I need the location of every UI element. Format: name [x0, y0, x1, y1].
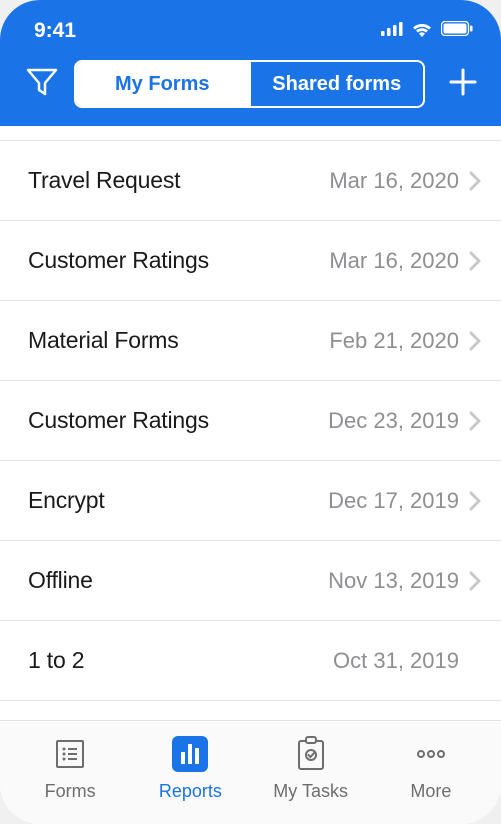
plus-icon [448, 67, 478, 102]
chevron-right-icon [469, 171, 481, 191]
list-item-date: Nov 13, 2019 [328, 568, 459, 594]
funnel-icon [26, 67, 58, 102]
chevron-right-icon [469, 411, 481, 431]
tab-shared-forms[interactable]: Shared forms [249, 62, 424, 106]
list-item[interactable]: 1 to 2 Oct 31, 2019 [0, 621, 501, 701]
list-item-date: Mar 16, 2020 [329, 248, 459, 274]
list-item[interactable]: Travel Request Mar 16, 2020 [0, 140, 501, 221]
tab-forms[interactable]: Forms [24, 733, 116, 802]
status-bar: 9:41 [0, 0, 501, 52]
list-item-title: Customer Ratings [28, 407, 316, 434]
list-item-title: Travel Request [28, 167, 317, 194]
status-time: 9:41 [34, 19, 76, 43]
tab-label: Reports [159, 781, 222, 802]
list-item-date: Mar 16, 2020 [329, 168, 459, 194]
list-item[interactable]: Encrypt Dec 17, 2019 [0, 461, 501, 541]
list-item-date: Feb 21, 2020 [329, 328, 459, 354]
list-item-title: 1 to 2 [28, 647, 321, 674]
list-item-date: Oct 31, 2019 [333, 648, 459, 674]
reports-icon [169, 733, 211, 775]
tab-my-forms[interactable]: My Forms [76, 62, 249, 106]
list-item[interactable]: Customer Ratings Mar 16, 2020 [0, 221, 501, 301]
list-item-title: Customer Ratings [28, 247, 317, 274]
tab-more[interactable]: More [385, 733, 477, 802]
app-screen: 9:41 My Forms Shared fo [0, 0, 501, 824]
list-item[interactable]: Offline Nov 13, 2019 [0, 541, 501, 621]
list-item-title: Offline [28, 567, 316, 594]
filter-button[interactable] [24, 66, 60, 102]
tab-label: My Tasks [273, 781, 348, 802]
more-icon [410, 733, 452, 775]
battery-icon [441, 21, 473, 41]
tab-label: More [410, 781, 451, 802]
forms-icon [49, 733, 91, 775]
app-header: 9:41 My Forms Shared fo [0, 0, 501, 126]
add-button[interactable] [445, 66, 481, 102]
list-item-date: Dec 17, 2019 [328, 488, 459, 514]
wifi-icon [411, 21, 433, 42]
status-icons [381, 21, 473, 42]
tab-reports[interactable]: Reports [144, 733, 236, 802]
forms-scope-segmented: My Forms Shared forms [74, 60, 425, 108]
chevron-right-icon [469, 331, 481, 351]
bottom-tab-bar: Forms Reports My Tasks More [0, 720, 501, 824]
list-item-date: Dec 23, 2019 [328, 408, 459, 434]
tab-my-tasks[interactable]: My Tasks [265, 733, 357, 802]
tasks-icon [290, 733, 332, 775]
chevron-right-icon [469, 251, 481, 271]
list-item[interactable]: Material Forms Feb 21, 2020 [0, 301, 501, 381]
list-item-title: Material Forms [28, 327, 317, 354]
toolbar: My Forms Shared forms [0, 52, 501, 126]
forms-list[interactable]: Travel RequestMar 16, 2020Customer Ratin… [0, 126, 501, 720]
tab-label: Forms [45, 781, 96, 802]
cellular-icon [381, 22, 403, 41]
list-item[interactable]: Customer Ratings Dec 23, 2019 [0, 381, 501, 461]
chevron-right-icon [469, 571, 481, 591]
chevron-right-icon [469, 491, 481, 511]
list-item-title: Encrypt [28, 487, 316, 514]
